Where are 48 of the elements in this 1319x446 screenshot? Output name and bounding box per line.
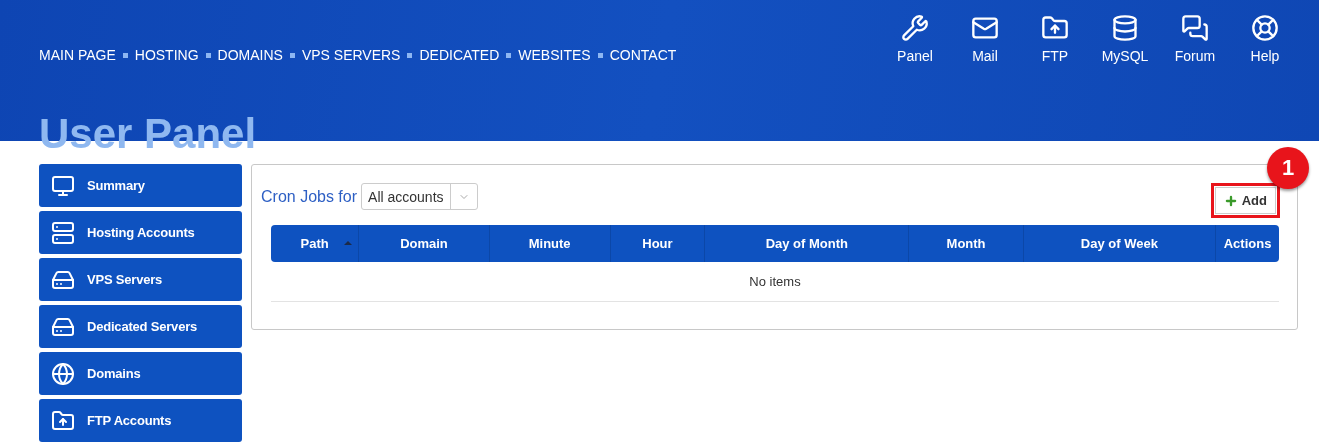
folder-icon xyxy=(51,408,75,433)
nav-separator-icon xyxy=(205,52,211,58)
quick-link[interactable]: FTP xyxy=(1020,14,1090,64)
nav-separator-icon xyxy=(407,52,413,58)
nav-separator-icon xyxy=(506,52,512,58)
column-header[interactable]: Actions xyxy=(1215,225,1279,262)
empty-message: No items xyxy=(271,262,1279,302)
nav-link[interactable]: MAIN PAGE xyxy=(39,47,116,63)
quick-link[interactable]: Help xyxy=(1230,14,1300,64)
panel-heading: Cron Jobs for xyxy=(261,187,358,206)
column-header[interactable]: Minute xyxy=(489,225,611,262)
column-header[interactable]: Path xyxy=(271,225,359,262)
column-header[interactable]: Month xyxy=(908,225,1024,262)
sidebar-item[interactable]: Summary xyxy=(39,164,242,207)
quick-link[interactable]: Panel xyxy=(880,14,950,64)
quick-link[interactable]: Mail xyxy=(950,14,1020,64)
sort-icon xyxy=(344,241,353,245)
quick-link[interactable]: MySQL xyxy=(1090,14,1160,64)
nav-link[interactable]: CONTACT xyxy=(609,47,677,63)
account-select[interactable]: All accounts xyxy=(361,183,478,210)
column-header[interactable]: Hour xyxy=(610,225,705,262)
nav-link[interactable]: HOSTING xyxy=(134,47,199,63)
column-header[interactable]: Day of Week xyxy=(1023,225,1216,262)
globe-icon xyxy=(51,361,75,386)
help-icon xyxy=(1251,14,1279,42)
nav-link[interactable]: VPS SERVERS xyxy=(301,47,401,63)
sidebar-item[interactable]: VPS Servers xyxy=(39,258,242,301)
nav-link[interactable]: WEBSITES xyxy=(518,47,591,63)
sidebar-item[interactable]: FTP Accounts xyxy=(39,399,242,442)
nav-link[interactable]: DOMAINS xyxy=(217,47,283,63)
quick-link[interactable]: Forum xyxy=(1160,14,1230,64)
column-header[interactable]: Domain xyxy=(358,225,490,262)
nav-separator-icon xyxy=(289,52,295,58)
add-button[interactable]: Add xyxy=(1214,187,1276,214)
monitor-icon xyxy=(51,173,75,198)
forum-icon xyxy=(1181,14,1209,42)
server-icon xyxy=(51,220,75,245)
sidebar-item[interactable]: Domains xyxy=(39,352,242,395)
sidebar-item[interactable]: Hosting Accounts xyxy=(39,211,242,254)
nav-link[interactable]: DEDICATED xyxy=(419,47,500,63)
nav-separator-icon xyxy=(122,52,128,58)
sidebar-item[interactable]: Dedicated Servers xyxy=(39,305,242,348)
column-header[interactable]: Day of Month xyxy=(704,225,909,262)
ftp-icon xyxy=(1041,14,1069,42)
mysql-icon xyxy=(1111,14,1139,42)
plus-icon xyxy=(1223,193,1238,208)
step-badge: 1 xyxy=(1267,147,1309,189)
nav-separator-icon xyxy=(597,52,603,58)
